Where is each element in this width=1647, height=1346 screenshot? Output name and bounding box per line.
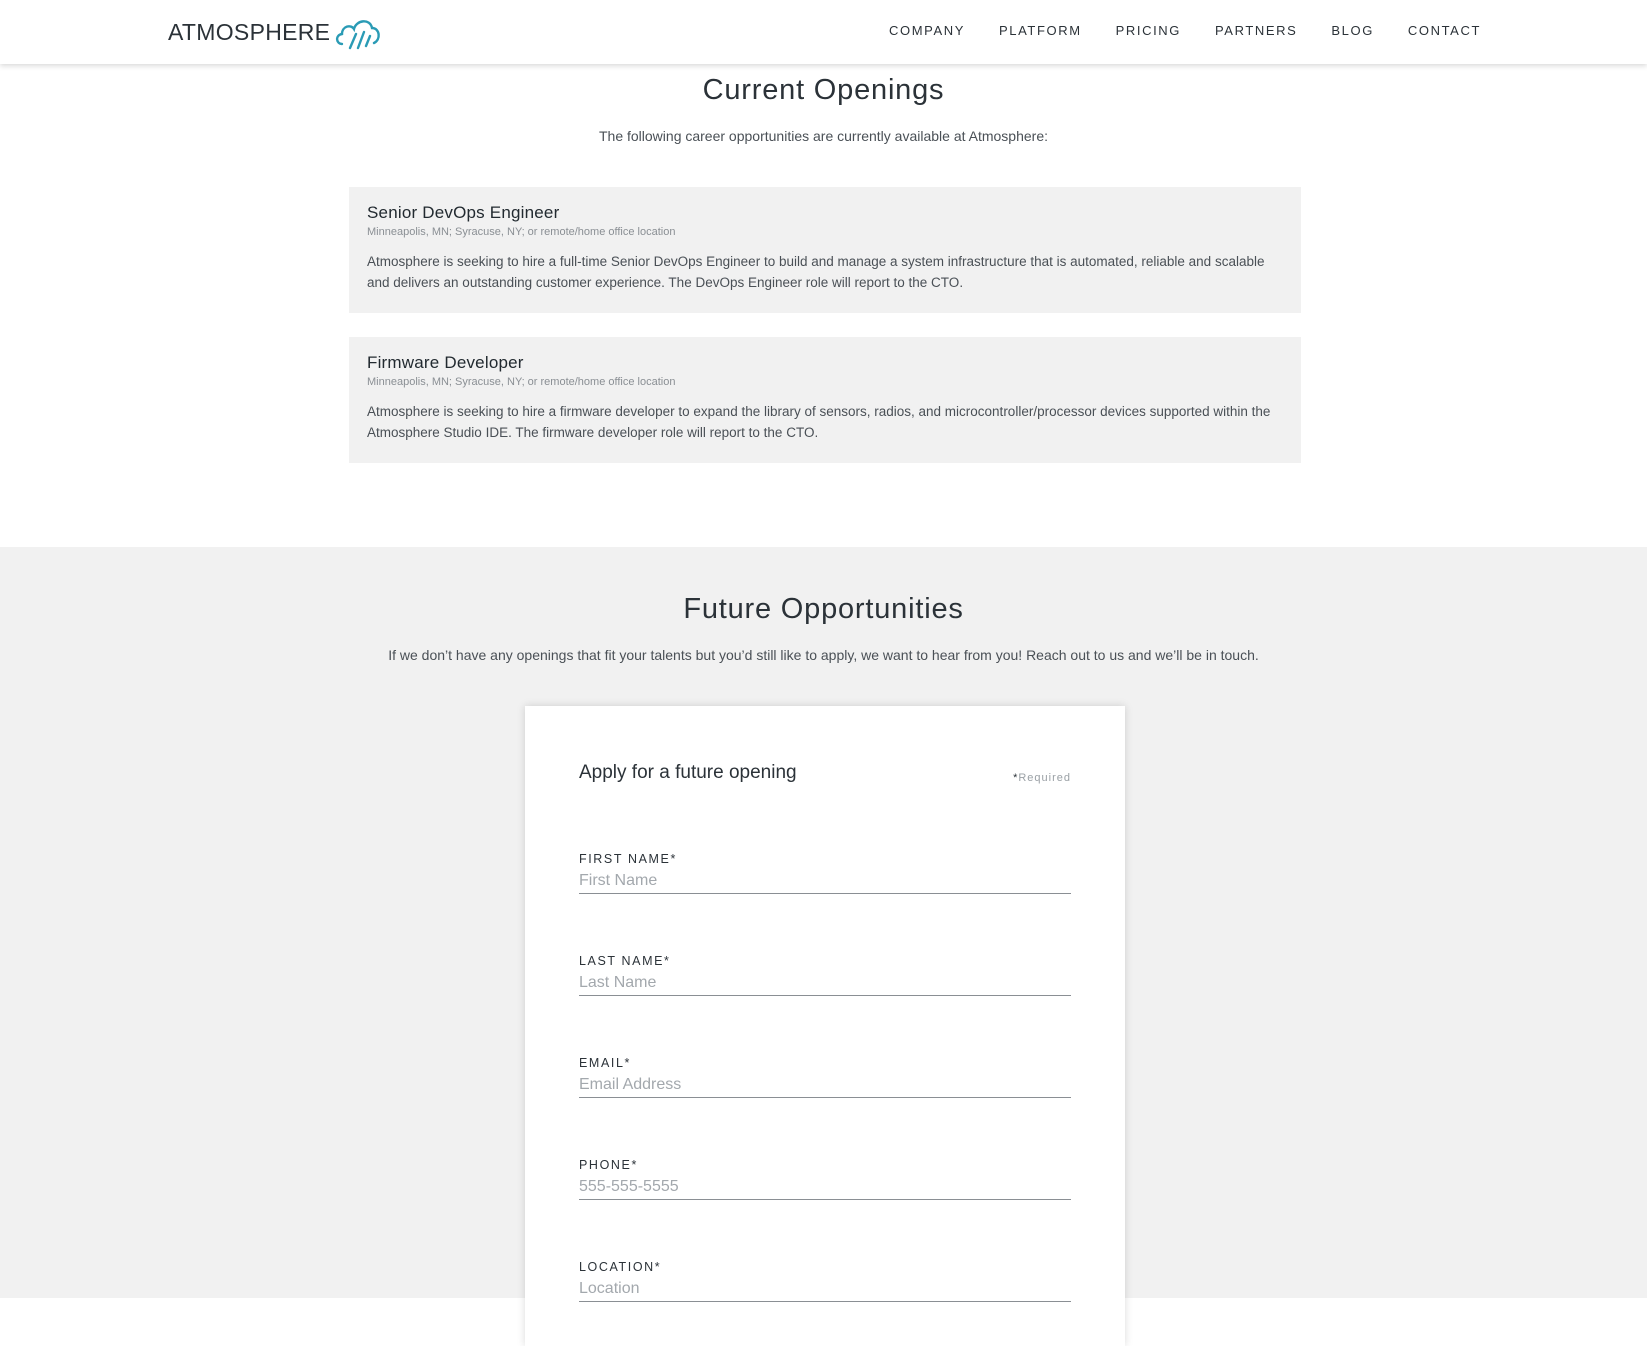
email-field: EMAIL* [579, 1056, 1071, 1098]
form-title: Apply for a future opening [579, 762, 797, 783]
future-opportunities-intro: If we don’t have any openings that fit y… [388, 647, 1259, 663]
first-name-label: FIRST NAME* [579, 852, 677, 866]
location-input[interactable] [579, 1278, 1071, 1302]
required-note: *Required [1013, 772, 1071, 784]
current-openings-intro: The following career opportunities are c… [598, 128, 1049, 144]
last-name-label: LAST NAME* [579, 954, 671, 968]
email-input[interactable] [579, 1074, 1071, 1098]
logo-text: ATMOSPHERE [168, 18, 331, 45]
job-description: Atmosphere is seeking to hire a full-tim… [367, 254, 1265, 290]
nav-blog[interactable]: BLOG [1331, 23, 1374, 38]
phone-label: PHONE* [579, 1158, 638, 1172]
phone-input[interactable] [579, 1176, 1071, 1200]
last-name-field: LAST NAME* [579, 954, 1071, 996]
apply-form: Apply for a future opening *Required FIR… [525, 706, 1125, 1346]
future-opportunities-section: Future Opportunities If we don’t have an… [0, 547, 1647, 1346]
first-name-input[interactable] [579, 870, 1071, 894]
location-label: LOCATION* [579, 1260, 662, 1274]
job-card-firmware[interactable]: Firmware Developer Minneapolis, MN; Syra… [349, 337, 1301, 463]
job-description: Atmosphere is seeking to hire a firmware… [367, 404, 1271, 440]
required-text: Required [1018, 772, 1071, 784]
job-title: Firmware Developer [367, 353, 524, 372]
nav-partners[interactable]: PARTNERS [1215, 23, 1297, 38]
atmosphere-logo[interactable]: ATMOSPHERE [168, 14, 382, 50]
nav-platform[interactable]: PLATFORM [999, 23, 1082, 38]
location-field: LOCATION* [579, 1260, 1071, 1302]
main-nav: COMPANY PLATFORM PRICING PARTNERS BLOG C… [889, 23, 1481, 38]
job-card-devops[interactable]: Senior DevOps Engineer Minneapolis, MN; … [349, 187, 1301, 313]
cloud-logo-icon [336, 20, 381, 50]
current-openings-title: Current Openings [702, 74, 945, 106]
phone-field: PHONE* [579, 1158, 1071, 1200]
job-location: Minneapolis, MN; Syracuse, NY; or remote… [367, 376, 676, 388]
job-location: Minneapolis, MN; Syracuse, NY; or remote… [367, 226, 676, 238]
first-name-field: FIRST NAME* [579, 852, 1071, 894]
job-title: Senior DevOps Engineer [367, 203, 560, 222]
current-openings-section: Current Openings The following career op… [0, 64, 1647, 547]
nav-contact[interactable]: CONTACT [1408, 23, 1481, 38]
site-header: ATMOSPHERE COMPANY PLATFORM PRICING PART… [0, 0, 1647, 64]
nav-company[interactable]: COMPANY [889, 23, 965, 38]
last-name-input[interactable] [579, 972, 1071, 996]
nav-pricing[interactable]: PRICING [1116, 23, 1181, 38]
future-opportunities-title: Future Opportunities [683, 593, 964, 625]
email-label: EMAIL* [579, 1056, 631, 1070]
